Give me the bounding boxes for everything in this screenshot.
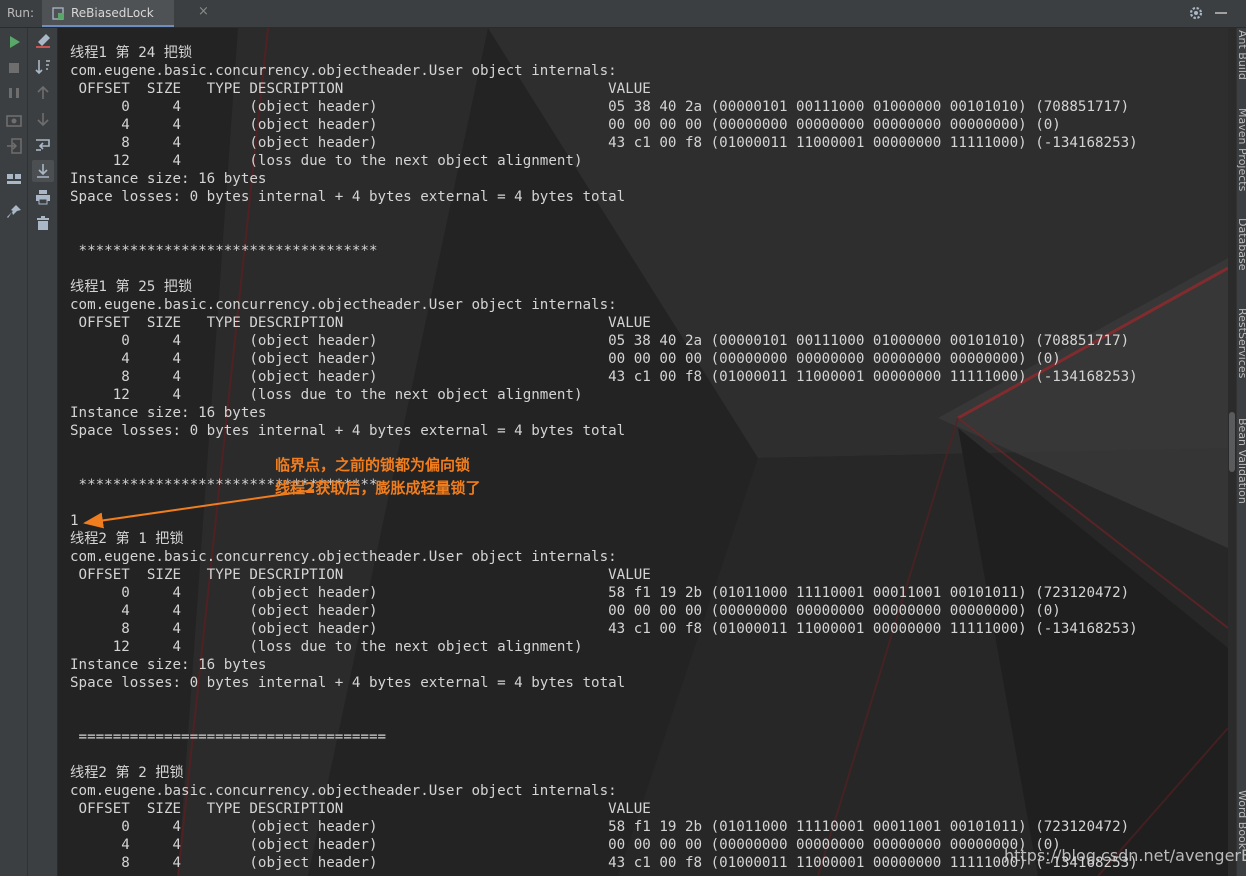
console-line: 4 4 (object header) 00 00 00 00 (0000000… xyxy=(70,351,1061,367)
console-line: com.eugene.basic.concurrency.objectheade… xyxy=(70,297,617,313)
console-line: 8 4 (object header) 43 c1 00 f8 (0100001… xyxy=(70,369,1138,385)
gear-icon[interactable] xyxy=(1188,5,1204,21)
console-line: 线程1 第 25 把锁 xyxy=(70,279,193,295)
console-line: 4 4 (object header) 00 00 00 00 (0000000… xyxy=(70,117,1061,133)
console-line: *********************************** xyxy=(70,477,378,493)
rerun-icon[interactable] xyxy=(4,32,24,52)
close-icon[interactable]: × xyxy=(198,4,209,19)
down-icon[interactable] xyxy=(33,109,53,129)
run-config-icon xyxy=(52,7,64,20)
console-line: 0 4 (object header) 05 38 40 2a (0000010… xyxy=(70,333,1130,349)
minimize-icon[interactable] xyxy=(1215,12,1227,14)
console-line: *********************************** xyxy=(70,243,378,259)
console-line: 线程2 第 2 把锁 xyxy=(70,765,184,781)
tab-title: ReBiasedLock xyxy=(71,6,154,20)
pin-icon[interactable] xyxy=(4,202,24,222)
side-tab-bean-validation[interactable]: Bean Validation xyxy=(1237,418,1246,504)
vertical-scrollbar[interactable] xyxy=(1228,28,1236,876)
console-line: OFFSET SIZE TYPE DESCRIPTION VALUE xyxy=(70,81,651,97)
side-tab-ant-build[interactable]: Ant Build xyxy=(1237,30,1246,80)
console-line: Instance size: 16 bytes xyxy=(70,405,267,421)
console-line: 12 4 (loss due to the next object alignm… xyxy=(70,387,583,403)
console-line: 8 4 (object header) 43 c1 00 f8 (0100001… xyxy=(70,135,1138,151)
console-line: com.eugene.basic.concurrency.objectheade… xyxy=(70,549,617,565)
run-tool-window-header: Run: ReBiasedLock × xyxy=(0,0,1246,28)
console-line: 12 4 (loss due to the next object alignm… xyxy=(70,153,583,169)
sort-icon[interactable] xyxy=(33,57,53,77)
console-line: 8 4 (object header) 43 c1 00 f8 (0100001… xyxy=(70,621,1138,637)
side-tab-database[interactable]: Database xyxy=(1237,218,1246,271)
run-label: Run: xyxy=(7,6,35,20)
console-lines: 线程1 第 24 把锁 com.eugene.basic.concurrency.… xyxy=(70,44,1138,872)
console-line: OFFSET SIZE TYPE DESCRIPTION VALUE xyxy=(70,315,651,331)
trash-icon[interactable] xyxy=(33,213,53,233)
console-line: 0 4 (object header) 58 f1 19 2b (0101100… xyxy=(70,585,1130,601)
side-tab-maven-projects[interactable]: Maven Projects xyxy=(1237,108,1246,191)
up-icon[interactable] xyxy=(33,83,53,103)
console-line: 12 4 (loss due to the next object alignm… xyxy=(70,639,583,655)
console-line: 0 4 (object header) 58 f1 19 2b (0101100… xyxy=(70,819,1130,835)
console-line: 1 xyxy=(70,513,79,529)
console-line: com.eugene.basic.concurrency.objectheade… xyxy=(70,63,617,79)
layout-icon[interactable] xyxy=(4,169,24,189)
pause-icon[interactable] xyxy=(4,83,24,103)
console-line: com.eugene.basic.concurrency.objectheade… xyxy=(70,783,617,799)
console-line: 线程1 第 24 把锁 xyxy=(70,45,193,61)
console-line: 4 4 (object header) 00 00 00 00 (0000000… xyxy=(70,603,1061,619)
console-line: 0 4 (object header) 05 38 40 2a (0000010… xyxy=(70,99,1130,115)
scroll-end-icon[interactable] xyxy=(32,160,54,182)
clear-icon[interactable] xyxy=(33,31,53,51)
scrollbar-thumb[interactable] xyxy=(1229,412,1235,472)
console-output[interactable]: 线程1 第 24 把锁 com.eugene.basic.concurrency.… xyxy=(58,28,1228,876)
console-line: OFFSET SIZE TYPE DESCRIPTION VALUE xyxy=(70,567,651,583)
wrap-icon[interactable] xyxy=(33,135,53,155)
side-tab-restservices[interactable]: RestServices xyxy=(1237,308,1246,378)
tab-rebiasedlock[interactable]: ReBiasedLock × xyxy=(42,0,209,27)
annotation-text-2: 线程2获取后，膨胀成轻量锁了 xyxy=(275,479,481,497)
console-line: ==================================== xyxy=(70,729,387,745)
console-line: Space losses: 0 bytes internal + 4 bytes… xyxy=(70,675,626,691)
side-tab-word-book[interactable]: Word Book xyxy=(1237,790,1246,849)
exit-icon[interactable] xyxy=(4,136,24,156)
print-icon[interactable] xyxy=(33,187,53,207)
annotation-text-1: 临界点，之前的锁都为偏向锁 xyxy=(275,456,471,474)
console-line: Instance size: 16 bytes xyxy=(70,657,267,673)
console-line: Instance size: 16 bytes xyxy=(70,171,267,187)
run-toolbar-secondary xyxy=(28,28,58,876)
run-toolbar-primary xyxy=(0,28,28,876)
console-line: OFFSET SIZE TYPE DESCRIPTION VALUE xyxy=(70,801,651,817)
console-line: 线程2 第 1 把锁 xyxy=(70,531,184,547)
console-line: Space losses: 0 bytes internal + 4 bytes… xyxy=(70,423,626,439)
watermark-text: https://blog.csdn.net/avengerEug xyxy=(1004,846,1246,865)
right-tool-window-bar: Ant Build Maven Projects Database RestSe… xyxy=(1236,28,1246,876)
console-line: 4 4 (object header) 00 00 00 00 (0000000… xyxy=(70,837,1061,853)
console-line: 8 4 (object header) 43 c1 00 f8 (0100001… xyxy=(70,855,1138,871)
console-line: Space losses: 0 bytes internal + 4 bytes… xyxy=(70,189,626,205)
stop-icon[interactable] xyxy=(4,58,24,78)
camera-icon[interactable] xyxy=(4,110,24,130)
